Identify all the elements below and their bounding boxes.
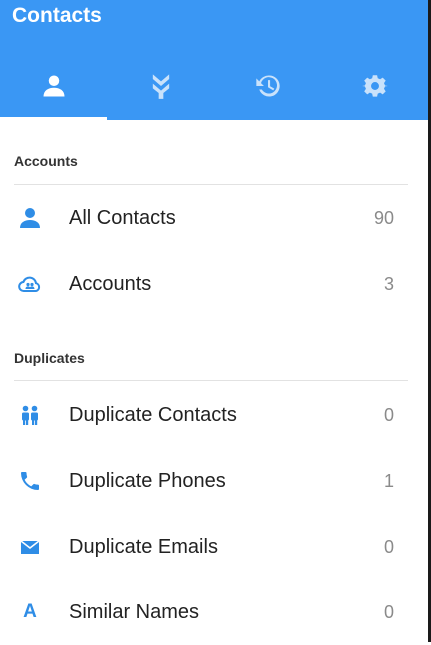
letter-a-icon: A (18, 600, 42, 624)
item-label: Duplicate Phones (69, 469, 226, 492)
tab-history[interactable] (214, 56, 321, 120)
settings-gear-icon (361, 72, 389, 105)
list-item-accounts[interactable]: Accounts 3 (0, 251, 428, 317)
tab-contacts[interactable] (0, 56, 107, 120)
list-item-all-contacts[interactable]: All Contacts 90 (0, 185, 428, 251)
list-item-duplicate-emails[interactable]: Duplicate Emails 0 (0, 514, 428, 580)
list-item-duplicate-contacts[interactable]: Duplicate Contacts 0 (0, 382, 428, 448)
item-label: All Contacts (69, 206, 176, 229)
item-label: Duplicate Emails (69, 535, 218, 558)
divider (14, 380, 408, 381)
app-title: Contacts (12, 4, 102, 27)
tab-merge[interactable] (107, 56, 214, 120)
cloud-accounts-icon (18, 272, 42, 296)
item-count: 3 (383, 273, 394, 294)
tab-bar (0, 56, 428, 120)
person-icon (18, 206, 42, 230)
item-label: Accounts (69, 272, 152, 295)
merge-icon (147, 72, 175, 105)
list-item-similar-names[interactable]: A Similar Names 0 (0, 579, 428, 645)
phone-icon (18, 469, 42, 493)
person-icon (40, 72, 68, 105)
item-count: 0 (383, 536, 394, 557)
tab-settings[interactable] (321, 56, 428, 120)
item-label: Similar Names (69, 600, 200, 623)
email-icon (18, 535, 42, 559)
people-icon (18, 403, 42, 427)
item-count: 0 (383, 601, 394, 622)
letter-a-glyph: A (23, 601, 37, 622)
section-header-duplicates: Duplicates (14, 350, 85, 366)
section-header-accounts: Accounts (14, 153, 78, 169)
item-count: 1 (383, 470, 394, 491)
history-icon (254, 72, 282, 105)
list-item-duplicate-phones[interactable]: Duplicate Phones 1 (0, 448, 428, 514)
item-count: 90 (373, 207, 394, 228)
item-label: Duplicate Contacts (69, 403, 237, 426)
item-count: 0 (383, 404, 394, 425)
app-bar: Contacts (0, 0, 428, 120)
